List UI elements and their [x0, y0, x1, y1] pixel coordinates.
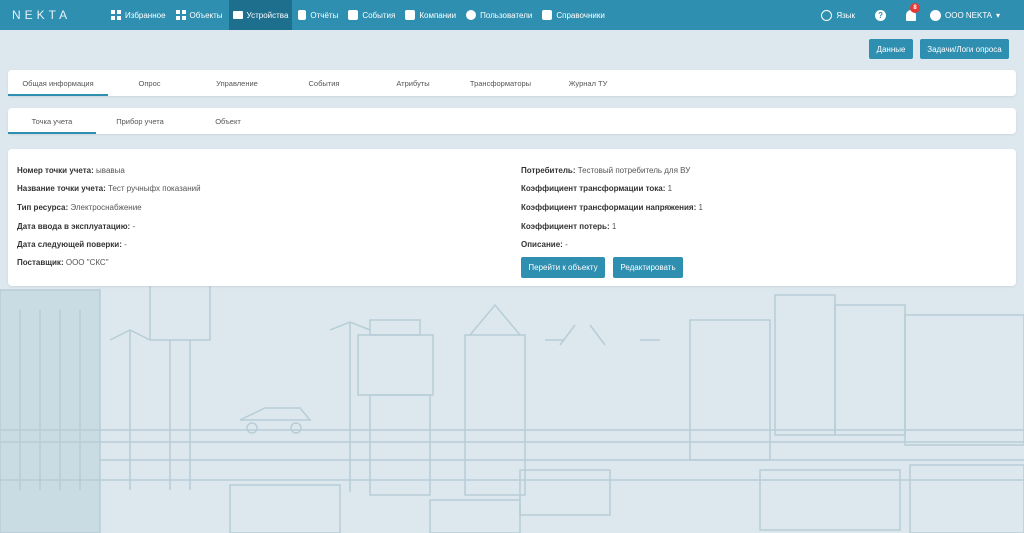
field-point-number: Номер точки учета: ывавыа: [17, 166, 125, 175]
field-commissioning-date: Дата ввода в эксплуатацию: -: [17, 222, 135, 231]
field-value: -: [124, 240, 127, 249]
checkbox-icon: [348, 10, 359, 20]
field-value: -: [132, 222, 136, 231]
tasks-logs-button[interactable]: Задачи/Логи опроса: [920, 39, 1009, 59]
tab-object[interactable]: Объект: [198, 108, 258, 134]
field-value: Тестовый потребитель для ВУ: [577, 166, 691, 175]
metering-point-info-card: Номер точки учета: ывавыа Название точки…: [8, 149, 1016, 286]
nav-label: События: [362, 10, 396, 20]
tab-control-log[interactable]: Журнал ТУ: [553, 70, 623, 96]
user-name: ООО NEKTA: [945, 10, 992, 20]
field-value: ООО "СКС": [65, 258, 109, 267]
nav-item-companies[interactable]: Компании: [401, 0, 460, 30]
field-label: Коэффициент трансформации напряжения:: [521, 203, 697, 212]
sub-tabs: Точка учета Прибор учета Объект: [8, 108, 1016, 134]
field-description: Описание: -: [521, 240, 568, 249]
field-value: ывавыа: [96, 166, 125, 175]
language-label: Язык: [836, 10, 856, 20]
edit-button[interactable]: Редактировать: [613, 257, 683, 278]
nav-label: Избранное: [125, 10, 166, 20]
nav-item-reports[interactable]: Отчёты: [294, 0, 342, 30]
tab-metering-point[interactable]: Точка учета: [8, 108, 96, 134]
field-value: 1: [611, 222, 617, 231]
field-point-name: Название точки учета: Тест ручныфх показ…: [17, 184, 201, 193]
grid-icon: [175, 10, 186, 20]
field-value: Тест ручныфх показаний: [107, 184, 201, 193]
tab-events[interactable]: События: [294, 70, 354, 96]
tab-meter-device[interactable]: Прибор учета: [106, 108, 174, 134]
chevron-down-icon: ▾: [995, 10, 1000, 20]
notification-badge: 8: [910, 2, 921, 13]
tab-transformers[interactable]: Трансформаторы: [458, 70, 543, 96]
main-nav: Избранное Объекты Устройства Отчёты Собы…: [107, 0, 611, 30]
field-label: Дата следующей поверки:: [17, 240, 122, 249]
user-avatar-icon: [930, 9, 942, 21]
field-current-transformation-ratio: Коэффициент трансформации тока: 1: [521, 184, 672, 193]
document-icon: [298, 10, 307, 20]
field-label: Название точки учета:: [17, 184, 106, 193]
grid-icon: [111, 10, 121, 20]
field-value: Электроснабжение: [70, 203, 142, 212]
field-label: Коэффициент трансформации тока:: [521, 184, 666, 193]
field-label: Номер точки учета:: [17, 166, 94, 175]
field-resource-type: Тип ресурса: Электроснабжение: [17, 203, 142, 212]
nav-label: Пользователи: [480, 10, 533, 20]
field-value: -: [565, 240, 568, 249]
nav-label: Объекты: [189, 10, 223, 20]
field-label: Описание:: [521, 240, 563, 249]
nav-item-favorites[interactable]: Избранное: [107, 0, 170, 30]
nav-item-devices[interactable]: Устройства: [228, 0, 293, 30]
field-label: Поставщик:: [17, 258, 64, 267]
tab-control[interactable]: Управление: [200, 70, 274, 96]
field-value: 1: [698, 203, 703, 212]
right-nav: Язык ? 8 ООО NEKTA ▾: [821, 2, 1000, 21]
field-label: Дата ввода в эксплуатацию:: [17, 222, 131, 231]
field-label: Потребитель:: [521, 166, 576, 175]
nav-item-references[interactable]: Справочники: [538, 0, 608, 30]
field-value: 1: [667, 184, 673, 193]
brand-logo[interactable]: NEKTA: [12, 8, 92, 22]
nav-item-objects[interactable]: Объекты: [172, 0, 227, 30]
notifications-button[interactable]: 8: [906, 2, 921, 21]
nav-label: Компании: [419, 10, 457, 20]
field-loss-ratio: Коэффициент потерь: 1: [521, 222, 616, 231]
data-button[interactable]: Данные: [869, 39, 913, 59]
field-label: Тип ресурса:: [17, 203, 69, 212]
help-icon[interactable]: ?: [875, 9, 887, 21]
tab-attributes[interactable]: Атрибуты: [378, 70, 448, 96]
tab-polling[interactable]: Опрос: [118, 70, 181, 96]
nav-label: Отчёты: [310, 10, 339, 20]
field-consumer: Потребитель: Тестовый потребитель для ВУ: [521, 166, 690, 175]
field-supplier: Поставщик: ООО "СКС": [17, 258, 109, 267]
nav-label: Устройства: [246, 10, 289, 20]
nav-item-events[interactable]: События: [344, 0, 399, 30]
field-label: Коэффициент потерь:: [521, 222, 610, 231]
nav-label: Справочники: [556, 10, 605, 20]
city-background-illustration: [0, 280, 1024, 533]
book-icon: [542, 10, 553, 20]
user-menu[interactable]: ООО NEKTA ▾: [930, 9, 1000, 21]
nav-item-users[interactable]: Пользователи: [462, 0, 536, 30]
monitor-icon: [232, 11, 243, 19]
top-navbar: NEKTA Избранное Объекты Устройства Отчёт…: [0, 0, 1024, 30]
building-icon: [405, 10, 416, 20]
globe-icon: [821, 9, 833, 21]
main-tabs: Общая информация Опрос Управление Событи…: [8, 70, 1016, 96]
field-voltage-transformation-ratio: Коэффициент трансформации напряжения: 1: [521, 203, 703, 212]
user-icon: [466, 10, 477, 20]
tab-general-info[interactable]: Общая информация: [8, 70, 108, 96]
field-next-verification-date: Дата следующей поверки: -: [17, 240, 127, 249]
go-to-object-button[interactable]: Перейти к объекту: [521, 257, 605, 278]
language-selector[interactable]: Язык: [821, 9, 856, 21]
